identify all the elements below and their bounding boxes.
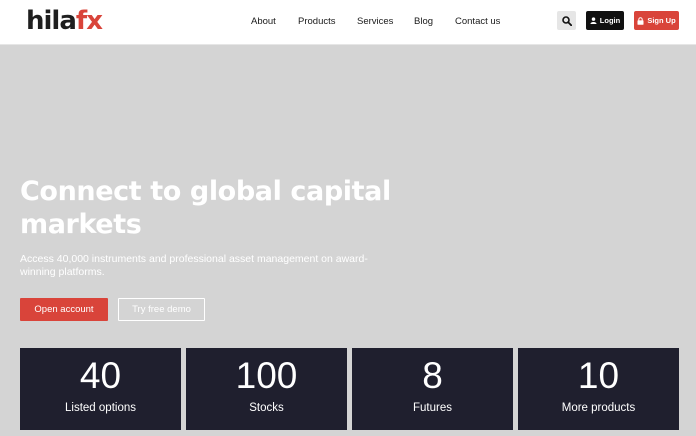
navbar: hilafx About Products Services Blog Cont… bbox=[0, 0, 696, 45]
user-icon bbox=[590, 17, 597, 24]
signup-label: Sign Up bbox=[647, 16, 676, 25]
login-button[interactable]: Login bbox=[586, 11, 624, 30]
nav-link-blog[interactable]: Blog bbox=[414, 15, 433, 29]
nav-link-products[interactable]: Products bbox=[298, 15, 336, 29]
stat-card-more-products: 10 More products bbox=[518, 348, 679, 430]
stat-value: 40 bbox=[79, 355, 122, 396]
signup-button[interactable]: Sign Up bbox=[634, 11, 679, 30]
stat-card-stocks: 100 Stocks bbox=[186, 348, 347, 430]
hero-title: Connect to global capital markets bbox=[20, 176, 391, 240]
stat-label: Stocks bbox=[249, 402, 284, 414]
stat-card-listed-options: 40 Listed options bbox=[20, 348, 181, 430]
lock-icon bbox=[637, 16, 644, 25]
hero-subtitle: Access 40,000 instruments and profession… bbox=[20, 253, 368, 278]
stat-label: Listed options bbox=[65, 402, 136, 414]
stat-label: More products bbox=[561, 402, 636, 414]
search-button[interactable] bbox=[557, 11, 576, 30]
nav-link-about[interactable]: About bbox=[251, 15, 276, 29]
stat-label: Futures bbox=[413, 402, 452, 414]
nav-link-contact[interactable]: Contact us bbox=[455, 15, 500, 29]
stat-value: 10 bbox=[577, 355, 620, 396]
stat-value: 8 bbox=[422, 355, 443, 396]
search-icon bbox=[561, 15, 572, 26]
login-label: Login bbox=[599, 16, 621, 25]
brand-name-main: hila bbox=[26, 6, 77, 36]
open-account-button[interactable]: Open account bbox=[20, 298, 108, 321]
stat-card-futures: 8 Futures bbox=[352, 348, 513, 430]
nav-link-services[interactable]: Services bbox=[357, 15, 393, 29]
brand-logo[interactable]: hilafx bbox=[26, 6, 103, 36]
brand-name-accent: fx bbox=[75, 6, 103, 36]
try-demo-button[interactable]: Try free demo bbox=[118, 298, 205, 321]
stat-value: 100 bbox=[235, 355, 298, 396]
